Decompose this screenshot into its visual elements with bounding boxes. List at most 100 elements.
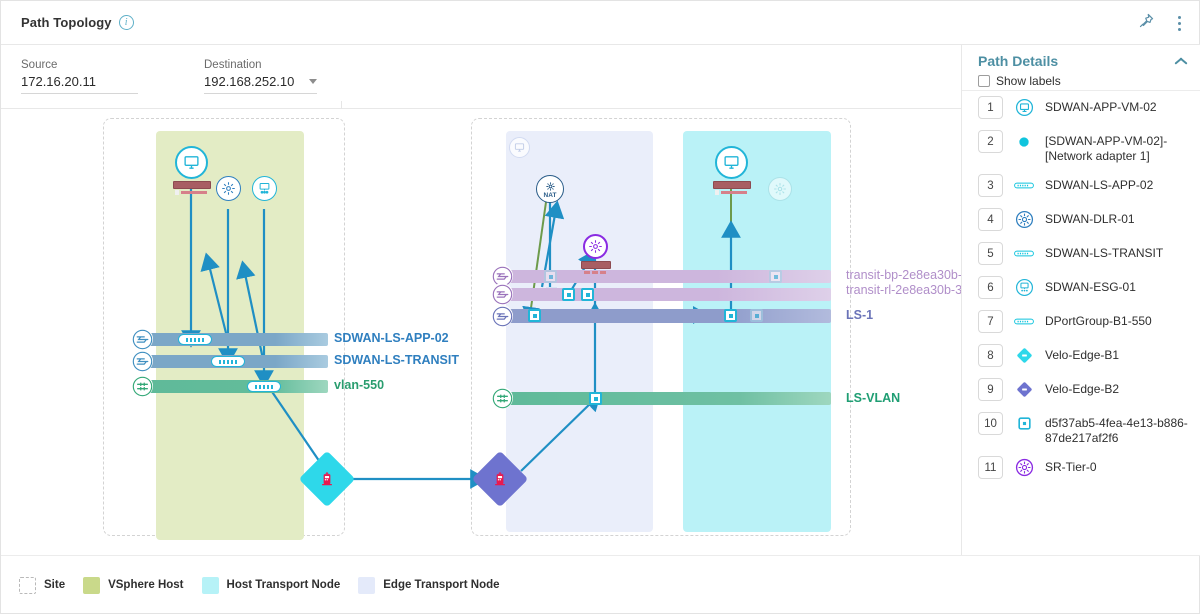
list-item[interactable]: 1 SDWAN-APP-VM-02 xyxy=(962,91,1200,125)
port-vlan-550[interactable] xyxy=(247,381,281,392)
widget-header: Path Topology i xyxy=(1,1,1200,45)
port-sdwan-ls-app-02[interactable] xyxy=(178,334,212,345)
vm-node-left[interactable] xyxy=(175,146,208,179)
list-item[interactable]: 3 SDWAN-LS-APP-02 xyxy=(962,169,1200,203)
path-step-label: Velo-Edge-B2 xyxy=(1045,382,1120,396)
path-endpoints-bar: Source 172.16.20.11 ← → Destination 192.… xyxy=(1,45,961,143)
path-step-number[interactable]: 3 xyxy=(978,174,1003,197)
source-field[interactable]: Source 172.16.20.11 xyxy=(21,59,138,94)
edge-gateway-icon xyxy=(1013,276,1035,299)
sr-tier0-nic[interactable] xyxy=(581,261,611,274)
list-item[interactable]: 11 SR-Tier-0 xyxy=(962,451,1200,485)
vm-icon xyxy=(1013,96,1035,119)
segment-bar-ls-vlan[interactable] xyxy=(504,392,831,405)
path-step-label: SDWAN-LS-APP-02 xyxy=(1045,178,1154,192)
list-item[interactable]: 4 SDWAN-DLR-01 xyxy=(962,203,1200,237)
legend: Site VSphere Host Host Transport Node Ed… xyxy=(1,555,1200,614)
segment-bar-ls-1[interactable] xyxy=(504,309,831,323)
velo-edge-purple-icon xyxy=(1013,378,1035,401)
list-item[interactable]: 5 SDWAN-LS-TRANSIT xyxy=(962,237,1200,271)
show-labels-checkbox[interactable] xyxy=(978,75,990,87)
info-icon[interactable]: i xyxy=(118,15,134,30)
segment-label-vlan-550: vlan-550 xyxy=(334,378,385,392)
ghost-router-node xyxy=(768,177,792,201)
chevron-down-icon[interactable] xyxy=(309,78,317,84)
path-step-label: Velo-Edge-B1 xyxy=(1045,348,1120,362)
legend-swatch-edge-transport-node xyxy=(358,576,376,594)
vm-node-right[interactable] xyxy=(715,146,748,179)
port-transit-bp-left[interactable] xyxy=(544,270,557,283)
vlan-icon[interactable] xyxy=(131,375,153,397)
path-step-number[interactable]: 6 xyxy=(978,276,1003,299)
logical-switch-icon xyxy=(1013,174,1035,197)
path-step-label: DPortGroup-B1-550 xyxy=(1045,314,1152,328)
segment-bar-vlan-550[interactable] xyxy=(141,380,328,393)
pin-icon[interactable] xyxy=(1138,12,1155,34)
list-item[interactable]: 7 DPortGroup-B1-550 xyxy=(962,305,1200,339)
path-step-label: SDWAN-ESG-01 xyxy=(1045,280,1136,294)
list-item[interactable]: 6 SDWAN-ESG-01 xyxy=(962,271,1200,305)
port-transit-bp-right[interactable] xyxy=(769,270,782,283)
velo-edge-cyan-icon xyxy=(1013,344,1035,367)
segment-bar-sdwan-ls-app-02[interactable] xyxy=(141,333,328,346)
logical-switch-icon[interactable] xyxy=(131,350,153,372)
legend-swatch-site xyxy=(19,576,36,594)
path-step-number[interactable]: 11 xyxy=(978,456,1003,479)
port-ls-1-left[interactable] xyxy=(528,309,541,322)
list-item[interactable]: 2 [SDWAN-APP-VM-02]-[Network adapter 1] xyxy=(962,125,1200,169)
legend-swatch-vsphere-host xyxy=(83,576,101,594)
path-step-number[interactable]: 1 xyxy=(978,96,1003,119)
segment-label-ls-vlan: LS-VLAN xyxy=(846,391,901,405)
logical-switch-icon[interactable] xyxy=(131,328,153,350)
segment-bar-transit-rl[interactable] xyxy=(504,288,831,301)
path-step-number[interactable]: 9 xyxy=(978,378,1003,401)
dlr-node[interactable] xyxy=(216,176,241,201)
router-icon xyxy=(1013,208,1035,231)
chevron-up-icon[interactable] xyxy=(1174,57,1187,65)
port-ls-vlan[interactable] xyxy=(589,392,602,405)
topology-canvas[interactable]: SDWAN-LS-APP-02 SDWAN-LS-TRANSIT vlan-55… xyxy=(1,109,961,555)
nat-node[interactable]: NAT xyxy=(536,175,564,203)
path-step-label: d5f37ab5-4fea-4e13-b886-87de217af2f6 xyxy=(1045,416,1188,445)
port-ls-1-right[interactable] xyxy=(724,309,737,322)
esg-node[interactable] xyxy=(252,176,277,201)
legend-label-host-transport-node: Host Transport Node xyxy=(226,579,341,591)
logical-switch-icon xyxy=(1013,310,1035,333)
path-topology-widget: Path Topology i Source 172.16.20.11 ← → … xyxy=(0,0,1200,614)
kebab-menu-icon[interactable] xyxy=(1171,12,1187,34)
sr-tier0-node[interactable] xyxy=(583,234,608,259)
logical-switch-icon[interactable] xyxy=(491,305,513,327)
show-labels-row[interactable]: Show labels xyxy=(978,74,1187,88)
vlan-icon[interactable] xyxy=(491,387,513,409)
port-ls-1-ghost[interactable] xyxy=(750,309,763,322)
path-step-number[interactable]: 5 xyxy=(978,242,1003,265)
path-details-list[interactable]: 1 SDWAN-APP-VM-02 2 [SDWAN-APP-VM-02]-[N… xyxy=(962,91,1200,555)
path-step-number[interactable]: 2 xyxy=(978,130,1003,153)
list-item[interactable]: 8 Velo-Edge-B1 xyxy=(962,339,1200,373)
vm-nic-right[interactable] xyxy=(713,181,751,195)
vm-nic-left[interactable] xyxy=(173,181,211,195)
list-item[interactable]: 10 d5f37ab5-4fea-4e13-b886-87de217af2f6 xyxy=(962,407,1200,451)
destination-label: Destination xyxy=(204,59,262,71)
legend-item-site: Site xyxy=(19,576,66,594)
path-step-number[interactable]: 10 xyxy=(978,412,1003,435)
logical-switch-icon[interactable] xyxy=(491,283,513,305)
port-transit-rl-b[interactable] xyxy=(581,288,594,301)
path-step-number[interactable]: 4 xyxy=(978,208,1003,231)
destination-input[interactable]: 192.168.252.10 xyxy=(204,74,317,94)
legend-swatch-host-transport-node xyxy=(201,576,219,594)
legend-label-site: Site xyxy=(44,579,66,591)
path-step-label: SDWAN-APP-VM-02 xyxy=(1045,100,1157,114)
path-step-number[interactable]: 7 xyxy=(978,310,1003,333)
service-router-icon xyxy=(1013,456,1035,479)
list-item[interactable]: 9 Velo-Edge-B2 xyxy=(962,373,1200,407)
port-sdwan-ls-transit[interactable] xyxy=(211,356,245,367)
path-step-label: SDWAN-DLR-01 xyxy=(1045,212,1135,226)
port-transit-rl-a[interactable] xyxy=(562,288,575,301)
path-step-number[interactable]: 8 xyxy=(978,344,1003,367)
destination-field[interactable]: Destination 192.168.252.10 xyxy=(204,59,317,94)
ghost-vm-node xyxy=(509,137,530,158)
source-input[interactable]: 172.16.20.11 xyxy=(21,74,138,94)
path-details-title: Path Details xyxy=(978,53,1059,69)
show-labels-label: Show labels xyxy=(996,74,1061,88)
